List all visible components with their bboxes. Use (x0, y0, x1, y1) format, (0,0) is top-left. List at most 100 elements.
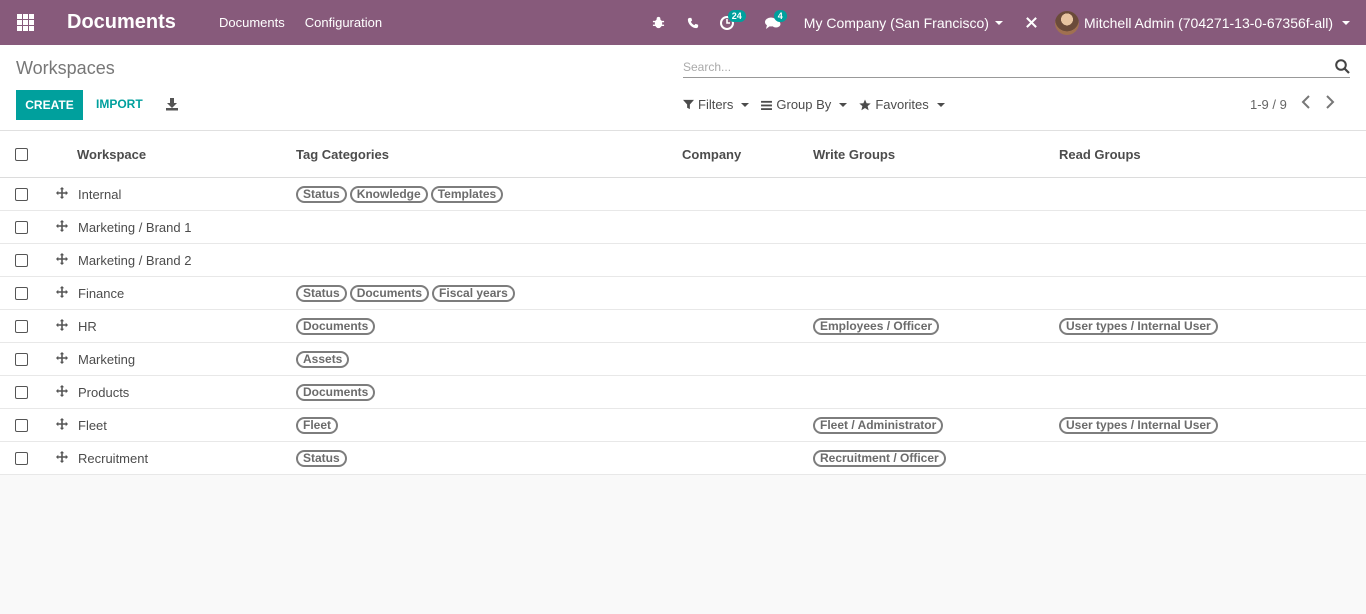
filter-icon (683, 99, 694, 110)
star-icon (859, 99, 872, 110)
tag-badge: User types / Internal User (1059, 417, 1218, 434)
pager-previous-icon[interactable] (1301, 95, 1311, 112)
breadcrumb[interactable]: Workspaces (16, 58, 115, 79)
download-icon[interactable] (165, 97, 179, 114)
messaging-button[interactable]: 4 (756, 0, 790, 45)
avatar (1054, 10, 1079, 35)
chevron-down-icon (839, 102, 848, 107)
tag-badge: Documents (296, 318, 376, 335)
search-icon[interactable] (1335, 59, 1350, 77)
tag-badge: Knowledge (349, 186, 428, 203)
drag-handle-icon[interactable] (56, 253, 68, 268)
chevron-down-icon (741, 102, 750, 107)
drag-handle-icon[interactable] (56, 418, 68, 433)
row-checkbox[interactable] (15, 188, 28, 201)
cell-workspace: Marketing / Brand 2 (78, 253, 192, 268)
tag-badge: Status (296, 285, 347, 302)
drag-handle-icon[interactable] (56, 187, 68, 202)
drag-handle-icon[interactable] (56, 319, 68, 334)
search-bar (683, 57, 1350, 78)
cell-read-groups: User types / Internal User (1059, 318, 1218, 335)
cell-read-groups: User types / Internal User (1059, 417, 1218, 434)
table-row[interactable]: HR Documents Employees / Officer User types… (0, 310, 1366, 343)
tag-badge: Templates (430, 186, 504, 203)
row-checkbox[interactable] (15, 320, 28, 333)
menu-configuration[interactable]: Configuration (305, 15, 382, 30)
drag-handle-icon[interactable] (56, 352, 68, 367)
row-checkbox[interactable] (15, 254, 28, 267)
table-row[interactable]: Recruitment Status Recruitment / Officer (0, 442, 1366, 475)
cell-workspace: Finance (78, 286, 125, 301)
cell-tag-categories: Status Documents Fiscal years (296, 285, 515, 302)
pager-next-icon[interactable] (1325, 95, 1335, 112)
chevron-down-icon (994, 20, 1003, 25)
cell-write-groups: Recruitment / Officer (813, 450, 946, 467)
tag-badge: Documents (296, 384, 376, 401)
cell-tag-categories: Status Knowledge Templates (296, 186, 504, 203)
cell-workspace: Internal (78, 187, 122, 202)
table-row[interactable]: Marketing / Brand 2 (0, 244, 1366, 277)
user-name: Mitchell Admin (704271-13-0-67356f-all) (1083, 14, 1333, 31)
table-body: Internal Status Knowledge Templates Marketin… (0, 178, 1366, 475)
tag-badge: Documents (349, 285, 430, 302)
drag-handle-icon[interactable] (56, 451, 68, 466)
header-company[interactable]: Company (682, 147, 741, 162)
drag-handle-icon[interactable] (56, 286, 68, 301)
table-row[interactable]: Products Documents (0, 376, 1366, 409)
user-menu[interactable]: Mitchell Admin (704271-13-0-67356f-all) (1054, 10, 1350, 35)
drag-handle-icon[interactable] (56, 220, 68, 235)
bug-icon[interactable] (642, 0, 676, 45)
tag-badge: Recruitment / Officer (813, 450, 946, 467)
cell-workspace: Marketing (78, 352, 136, 367)
row-checkbox[interactable] (15, 386, 28, 399)
row-checkbox[interactable] (15, 419, 28, 432)
groupby-label: Group By (776, 97, 832, 112)
phone-icon[interactable] (676, 0, 710, 45)
tools-icon[interactable] (1017, 16, 1047, 29)
drag-handle-icon[interactable] (56, 385, 68, 400)
favorites-dropdown[interactable]: Favorites (859, 97, 945, 112)
table-row[interactable]: Fleet Fleet Fleet / Administrator User type… (0, 409, 1366, 442)
app-title: Documents (67, 11, 176, 33)
row-checkbox[interactable] (15, 353, 28, 366)
table-row[interactable]: Marketing Assets (0, 343, 1366, 376)
header-workspace[interactable]: Workspace (77, 147, 146, 162)
tag-badge: Fleet (296, 417, 339, 434)
cell-workspace: HR (78, 319, 97, 334)
search-input[interactable] (683, 57, 1323, 77)
top-navbar: Documents Documents Configuration 24 4 M… (0, 0, 1366, 45)
filters-label: Filters (698, 97, 734, 112)
cell-tag-categories: Documents (296, 318, 376, 335)
company-switcher[interactable]: My Company (San Francisco) (804, 15, 1003, 31)
tag-badge: Assets (296, 351, 350, 368)
row-checkbox[interactable] (15, 452, 28, 465)
table-row[interactable]: Finance Status Documents Fiscal years (0, 277, 1366, 310)
header-read-groups[interactable]: Read Groups (1059, 147, 1141, 162)
apps-grid-icon (16, 14, 34, 31)
groupby-dropdown[interactable]: Group By (761, 97, 848, 112)
cell-workspace: Marketing / Brand 1 (78, 220, 192, 235)
row-checkbox[interactable] (15, 221, 28, 234)
activity-button[interactable]: 24 (710, 0, 746, 45)
tag-badge: Status (296, 186, 347, 203)
cell-workspace: Recruitment (78, 451, 149, 466)
select-all-checkbox[interactable] (15, 148, 28, 161)
filters-dropdown[interactable]: Filters (683, 97, 750, 112)
chevron-down-icon (1342, 20, 1350, 25)
header-tag-categories[interactable]: Tag Categories (296, 147, 389, 162)
chevron-down-icon (936, 102, 945, 107)
cell-workspace: Fleet (78, 418, 107, 433)
row-checkbox[interactable] (15, 287, 28, 300)
control-panel: Workspaces CREATE IMPORT Filters Group B… (0, 45, 1366, 131)
cell-tag-categories: Assets (296, 351, 350, 368)
pager-value[interactable]: 1-9 / 9 (1250, 97, 1287, 112)
cell-write-groups: Employees / Officer (813, 318, 940, 335)
menu-documents[interactable]: Documents (219, 15, 285, 30)
create-button[interactable]: CREATE (16, 90, 83, 120)
header-write-groups[interactable]: Write Groups (813, 147, 895, 162)
apps-menu-button[interactable] (0, 0, 50, 45)
table-row[interactable]: Marketing / Brand 1 (0, 211, 1366, 244)
table-row[interactable]: Internal Status Knowledge Templates (0, 178, 1366, 211)
import-button[interactable]: IMPORT (96, 97, 143, 111)
cell-workspace: Products (78, 385, 130, 400)
